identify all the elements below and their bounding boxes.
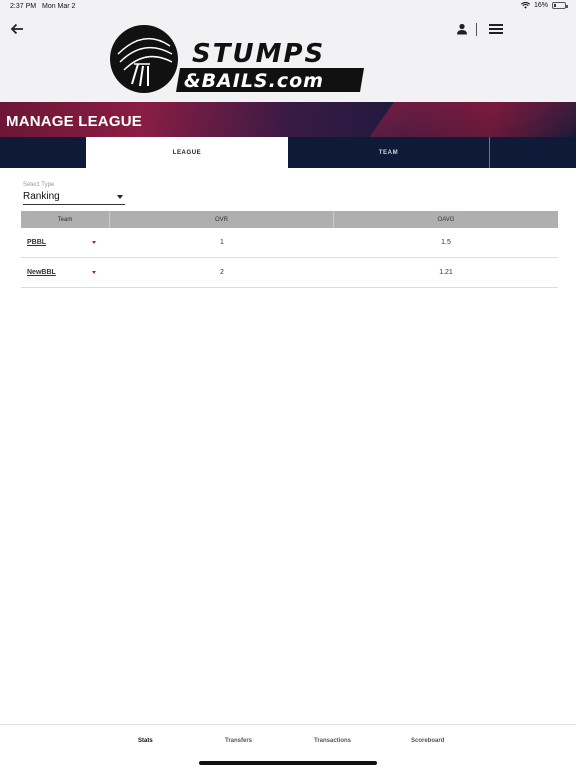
app-header: STUMPS &BAILS.com [0,14,576,102]
hamburger-menu-icon[interactable] [489,24,503,36]
header-ovr[interactable]: OVR [110,211,334,228]
status-bar: 2:37 PM Mon Mar 2 16% [0,0,576,14]
home-indicator[interactable] [199,761,377,765]
tab-team[interactable]: TEAM [288,137,490,168]
oavg-cell: 1.21 [439,269,453,276]
bottom-nav-stats[interactable]: Stats [138,738,153,744]
page-title: MANAGE LEAGUE [6,113,142,130]
select-type-dropdown[interactable]: Select Type Ranking [23,182,125,205]
bottom-nav-scoreboard[interactable]: Scoreboard [411,738,444,744]
team-dropdown-caret-icon[interactable] [92,271,96,274]
header-team[interactable]: Team [21,211,110,228]
team-link[interactable]: PBBL [27,239,46,246]
table-row: NewBBL 2 1.21 [21,258,558,288]
header-oavg[interactable]: OAVG [334,211,558,228]
logo-text-bottom: &BAILS.com [184,70,324,92]
ovr-cell: 2 [220,269,224,276]
battery-icon [552,2,568,9]
bottom-nav: Stats Transfers Transactions Scoreboard [0,724,576,768]
status-date: Mon Mar 2 [42,3,76,10]
dropdown-caret-icon [117,195,123,199]
page-banner: MANAGE LEAGUE [0,102,576,137]
tab-bar: LEAGUE TEAM [0,137,576,168]
oavg-cell: 1.5 [441,239,451,246]
ovr-cell: 1 [220,239,224,246]
logo[interactable]: STUMPS &BAILS.com [110,24,366,94]
logo-text-top: STUMPS [192,39,325,69]
status-right: 16% [520,2,568,9]
bottom-nav-transfers[interactable]: Transfers [225,738,252,744]
team-dropdown-caret-icon[interactable] [92,241,96,244]
select-type-value: Ranking [23,191,60,202]
tab-league[interactable]: LEAGUE [86,137,288,168]
table-row: PBBL 1 1.5 [21,228,558,258]
bottom-nav-transactions[interactable]: Transactions [314,738,351,744]
back-arrow-icon[interactable] [8,20,26,38]
battery-percent: 16% [533,2,548,9]
team-cell: PBBL [21,228,110,257]
wifi-icon [520,2,530,9]
select-type-value-box[interactable]: Ranking [23,191,125,205]
team-cell: NewBBL [21,258,110,287]
ranking-table: Team OVR OAVG PBBL 1 1.5 NewBBL 2 1.21 [21,211,558,288]
select-type-label: Select Type [23,182,55,188]
banner-decoration [358,102,576,137]
header-divider [476,23,477,36]
table-header: Team OVR OAVG [21,211,558,228]
user-icon[interactable] [456,23,468,35]
status-time: 2:37 PM [10,3,37,10]
tab-spacer-left [0,137,86,168]
team-link[interactable]: NewBBL [27,269,56,276]
tab-spacer-right [490,137,576,168]
